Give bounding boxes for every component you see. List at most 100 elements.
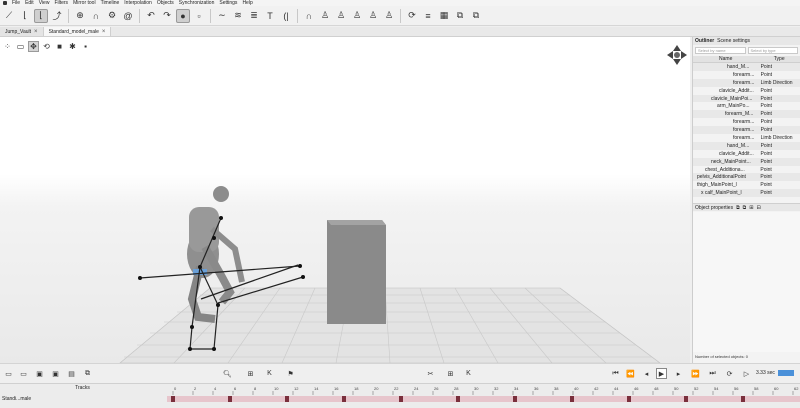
frame-icon[interactable]: ▫	[192, 9, 206, 23]
outliner-row[interactable]: pelvis_AdditionalPoint Point	[693, 173, 800, 182]
layers-icon[interactable]: ≡	[421, 9, 435, 23]
keyframe[interactable]	[285, 396, 289, 402]
redo-icon[interactable]: ↷	[160, 9, 174, 23]
track-name[interactable]: Standi...male	[0, 396, 165, 402]
tab-jump-vault[interactable]: Jump_Vault ×	[0, 27, 44, 36]
search-by-type-field[interactable]: Select by type	[747, 47, 798, 54]
keyframe[interactable]	[228, 396, 232, 402]
play-icon[interactable]: ▶	[656, 368, 667, 379]
keyframe[interactable]	[399, 396, 403, 402]
speed-icon[interactable]: ▷	[741, 368, 752, 379]
prev-key-icon[interactable]: ⏪	[625, 368, 636, 379]
outliner-row[interactable]: hand_M... Point	[693, 63, 800, 71]
keyframe[interactable]	[513, 396, 517, 402]
pose-d-icon[interactable]: ♙	[382, 9, 396, 23]
zoom-icon[interactable]: 🔍︎	[222, 368, 233, 379]
tab-scene-settings[interactable]: Scene settings	[717, 38, 750, 44]
close-icon[interactable]: ×	[34, 29, 38, 35]
props-icon-b[interactable]: ⧉	[743, 205, 747, 211]
track-tool-a-icon[interactable]: ▭	[3, 368, 14, 379]
wave-icon[interactable]: ∼	[215, 9, 229, 23]
outliner-row[interactable]: forearm... Limb Direction	[693, 134, 800, 142]
keyframe[interactable]	[342, 396, 346, 402]
prev-frame-icon[interactable]: ◂	[641, 368, 652, 379]
select-rect-icon[interactable]: ▭	[15, 41, 26, 52]
props-icon-c[interactable]: ⊞	[749, 205, 753, 211]
paste-icon[interactable]: ⧉	[469, 9, 483, 23]
track-tool-b-icon[interactable]: ▭	[18, 368, 29, 379]
outliner-row[interactable]: forearm_M... Point	[693, 110, 800, 119]
outliner-row[interactable]: clavicle_Addit... Point	[693, 150, 800, 158]
magnet-icon[interactable]: ∩	[89, 9, 103, 23]
keys-icon[interactable]: ⊞	[245, 368, 256, 379]
props-icon-d[interactable]: ⊟	[756, 205, 760, 211]
track-tool-e-icon[interactable]: ▤	[66, 368, 77, 379]
tab-outliner[interactable]: Outliner	[695, 38, 714, 44]
props-icon-a[interactable]: ⧉	[736, 205, 740, 211]
lines-icon[interactable]: ≣	[247, 9, 261, 23]
chart-icon[interactable]: ⌊	[18, 9, 32, 23]
keyframe[interactable]	[741, 396, 745, 402]
track-tool-c-icon[interactable]: ▣	[34, 368, 45, 379]
outliner-row[interactable]: forearm... Point	[693, 71, 800, 79]
3d-viewport[interactable]: ⁘ ▭ ✥ ⟲ ■ ✱ ▪	[0, 37, 690, 363]
graph-icon[interactable]: ⤴	[50, 9, 64, 23]
outliner-row[interactable]: neck_MainPoint... Point	[693, 157, 800, 166]
track-tool-d-icon[interactable]: ▣	[50, 368, 61, 379]
bracket-icon[interactable]: (|	[279, 9, 293, 23]
scissors-icon[interactable]: ✂	[425, 368, 436, 379]
outliner-row[interactable]: forearm... Point	[693, 126, 800, 135]
close-icon[interactable]: ×	[102, 29, 106, 35]
outliner-row[interactable]: chest_Additiona... Point	[693, 166, 800, 174]
column-type[interactable]: Type	[758, 56, 800, 62]
move-icon[interactable]: ✥	[28, 40, 39, 52]
chart-active-icon[interactable]: ⌊	[34, 8, 48, 23]
markers-icon[interactable]: ⊞	[445, 368, 456, 379]
keyframe[interactable]	[627, 396, 631, 402]
outliner-row[interactable]: forearm... Limb Direction	[693, 78, 800, 87]
spiral-icon[interactable]: @	[121, 9, 135, 23]
keyframe[interactable]	[456, 396, 460, 402]
grid-icon[interactable]: ▦	[437, 9, 451, 23]
track-bar[interactable]	[167, 396, 800, 402]
rotate-icon[interactable]: ⟲	[41, 41, 52, 52]
record-flag-icon[interactable]: ⚑	[285, 368, 296, 379]
t-icon[interactable]: T	[263, 9, 277, 23]
track-tool-f-icon[interactable]: ⧉	[82, 368, 93, 379]
outliner-row[interactable]: thigh_MainPoint_l Point	[693, 181, 800, 189]
key-k2-icon[interactable]: K	[463, 368, 474, 379]
refresh-icon[interactable]: ⟳	[405, 9, 419, 23]
time-slider[interactable]	[778, 370, 794, 376]
link-icon[interactable]: ⟋	[2, 9, 16, 23]
settings-icon[interactable]: ⚙	[105, 9, 119, 23]
next-frame-icon[interactable]: ▸	[673, 368, 684, 379]
outliner-row[interactable]: x calf_MainPoint_l Point	[693, 189, 800, 198]
arch-icon[interactable]: ∩	[302, 9, 316, 23]
keyframe[interactable]	[570, 396, 574, 402]
nodes-icon[interactable]: ⁘	[2, 41, 13, 52]
outliner-row[interactable]: hand_M... Point	[693, 141, 800, 150]
undo-icon[interactable]: ↶	[144, 9, 158, 23]
tab-standard-model[interactable]: Standard_model_male ×	[43, 27, 112, 36]
grid-sphere-icon[interactable]: ⊕	[73, 9, 87, 23]
outliner-row[interactable]: clavicle_Addit... Point	[693, 87, 800, 95]
copy-icon[interactable]: ⧉	[453, 9, 467, 23]
outliner-row[interactable]: clavicle_MainPoi... Point	[693, 94, 800, 103]
pose-icon[interactable]: ♙	[318, 9, 332, 23]
loop-icon[interactable]: ⟳	[724, 368, 735, 379]
next-key-icon[interactable]: ⏩	[690, 368, 701, 379]
magic-icon[interactable]: ✱	[67, 41, 78, 52]
key-k-icon[interactable]: K	[264, 368, 275, 379]
outliner-row[interactable]: arm_MainPo... Point	[693, 102, 800, 110]
curve-icon[interactable]: ≋	[231, 9, 245, 23]
column-name[interactable]: Name	[693, 56, 758, 62]
cube-icon[interactable]: ■	[54, 41, 65, 52]
search-by-name-field[interactable]: Select by name	[695, 47, 746, 54]
timeline-ruler[interactable]: 0 2 4 6 8 10 12 14 16 18 20 22 24 26 28 30 32 34 36 38 40 42 4…	[167, 385, 800, 395]
record-icon[interactable]: ●	[176, 8, 190, 23]
pose-a-icon[interactable]: ♙	[334, 9, 348, 23]
go-start-icon[interactable]: ⏮	[610, 368, 621, 379]
pose-c-icon[interactable]: ♙	[366, 9, 380, 23]
keyframe[interactable]	[171, 396, 175, 402]
keyframe[interactable]	[684, 396, 688, 402]
